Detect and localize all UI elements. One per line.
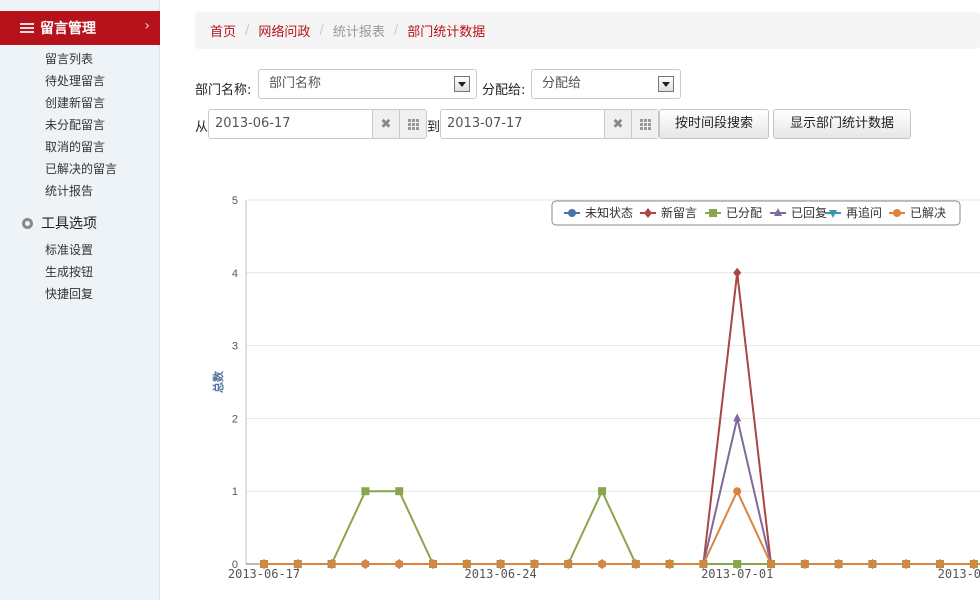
x-tick-label: 2013-07-08 xyxy=(938,567,980,581)
data-point-5-15 xyxy=(767,560,775,568)
data-point-5-7 xyxy=(496,560,505,568)
app-root: 留言管理 › 留言列表 待处理留言 创建新留言 未分配留言 取消的留言 已解决的… xyxy=(0,0,980,600)
sidebar-section-tools[interactable]: 工具选项 xyxy=(0,211,160,235)
sidebar-item-stats-report[interactable]: 统计报告 xyxy=(0,180,160,202)
to-date-picker[interactable]: 2013-07-17 ✖ xyxy=(440,109,659,139)
data-point-5-14 xyxy=(733,487,742,496)
chevron-right-icon: › xyxy=(144,18,150,34)
data-point-5-6 xyxy=(462,560,471,568)
data-point-5-16 xyxy=(800,560,809,568)
legend-item-1: 新留言 xyxy=(661,205,697,220)
data-point-2-3 xyxy=(361,487,370,496)
breadcrumb-current-dept-stats: 部门统计数据 xyxy=(407,25,486,40)
sidebar-menu-tools: 标准设置 生成按钮 快捷回复 xyxy=(0,239,160,305)
sidebar-section-title: 留言管理 xyxy=(40,21,96,37)
data-point-5-21 xyxy=(969,560,978,568)
data-point-2-14 xyxy=(733,560,742,568)
legend-marker-5 xyxy=(893,209,901,217)
stats-line-chart: 012345总数2013-06-17 2013-06-24 2013-07-01 20… xyxy=(211,195,980,581)
from-date-picker[interactable]: 2013-06-17 ✖ xyxy=(208,109,427,139)
to-date-input[interactable]: 2013-07-17 xyxy=(441,110,604,138)
data-point-5-0 xyxy=(260,560,268,568)
data-point-5-3 xyxy=(361,560,370,568)
y-tick-label: 5 xyxy=(232,195,238,207)
from-label: 从 xyxy=(195,120,209,135)
data-point-5-13 xyxy=(699,560,708,568)
legend-item-5: 已解决 xyxy=(910,206,946,220)
x-tick-label: 2013-06-24 xyxy=(464,567,536,581)
data-point-5-1 xyxy=(293,560,302,568)
dropdown-arrow-icon xyxy=(454,76,470,92)
breadcrumb-separator: / xyxy=(393,23,399,38)
data-point-3-14 xyxy=(733,413,742,422)
sidebar-item-message-list[interactable]: 留言列表 xyxy=(0,48,160,70)
breadcrumb-separator: / xyxy=(319,23,324,38)
y-tick-label: 3 xyxy=(232,341,238,353)
list-icon xyxy=(20,23,34,33)
series-line-5 xyxy=(264,490,980,565)
data-point-5-11 xyxy=(631,560,640,568)
to-label: 到 xyxy=(427,120,441,135)
breadcrumb-home[interactable]: 首页 xyxy=(210,21,236,40)
data-point-5-9 xyxy=(564,560,573,568)
dept-label: 部门名称: xyxy=(195,83,252,98)
sidebar-item-pending[interactable]: 待处理留言 xyxy=(0,70,160,92)
x-tick-label: 2013-07-01 xyxy=(701,567,773,581)
clear-icon[interactable]: ✖ xyxy=(372,110,399,138)
breadcrumb-stats-reports[interactable]: 统计报表 xyxy=(333,21,385,40)
sidebar-item-unassigned[interactable]: 未分配留言 xyxy=(0,114,160,136)
sidebar-section-title: 工具选项 xyxy=(41,216,97,232)
sidebar-section-message-management[interactable]: 留言管理 › xyxy=(0,11,160,45)
sidebar-item-create[interactable]: 创建新留言 xyxy=(0,92,160,114)
assign-label: 分配给: xyxy=(482,83,526,98)
search-by-period-button[interactable]: 按时间段搜索 xyxy=(659,109,769,139)
gear-icon xyxy=(22,217,33,229)
data-point-5-5 xyxy=(429,560,437,568)
dropdown-arrow-icon xyxy=(658,76,674,92)
dept-select-value: 部门名称 xyxy=(269,76,322,91)
sidebar-item-quick-reply[interactable]: 快捷回复 xyxy=(0,283,160,305)
breadcrumb-network-politics[interactable]: 网络问政 xyxy=(258,21,310,40)
legend-item-0: 未知状态 xyxy=(585,206,633,220)
y-axis-title: 总数 xyxy=(211,370,225,393)
show-dept-stats-button[interactable]: 显示部门统计数据 xyxy=(773,109,911,139)
y-tick-label: 4 xyxy=(232,268,238,280)
sidebar-item-cancelled[interactable]: 取消的留言 xyxy=(0,136,160,158)
breadcrumb-separator: / xyxy=(245,23,250,38)
y-tick-label: 1 xyxy=(232,486,238,498)
data-point-5-20 xyxy=(936,560,944,568)
x-tick-label: 2013-06-17 xyxy=(228,567,300,581)
data-point-5-10 xyxy=(598,560,606,568)
data-point-5-18 xyxy=(868,560,877,568)
data-point-5-8 xyxy=(530,560,539,568)
data-point-5-2 xyxy=(327,560,336,568)
sidebar: 留言管理 › 留言列表 待处理留言 创建新留言 未分配留言 取消的留言 已解决的… xyxy=(0,0,160,600)
sidebar-menu-messages: 留言列表 待处理留言 创建新留言 未分配留言 取消的留言 已解决的留言 统计报告 xyxy=(0,48,160,202)
calendar-icon[interactable] xyxy=(631,110,658,138)
legend-item-3: 已回复 xyxy=(791,206,827,220)
sidebar-item-generate-button[interactable]: 生成按钮 xyxy=(0,261,160,283)
series-line-2 xyxy=(264,490,980,565)
sidebar-item-standard-settings[interactable]: 标准设置 xyxy=(0,239,160,261)
legend-marker-0 xyxy=(568,209,576,217)
data-point-2-10 xyxy=(598,487,606,496)
sidebar-item-resolved[interactable]: 已解决的留言 xyxy=(0,158,160,180)
legend-marker-2 xyxy=(709,209,717,217)
data-point-5-19 xyxy=(902,560,911,568)
data-point-5-4 xyxy=(395,560,404,568)
data-point-5-12 xyxy=(665,560,674,568)
dept-select[interactable]: 部门名称 xyxy=(258,69,477,99)
data-point-1-14 xyxy=(733,267,742,278)
assign-select[interactable]: 分配给 xyxy=(531,69,681,99)
y-tick-label: 2 xyxy=(232,413,238,425)
legend-item-2: 已分配 xyxy=(726,206,762,220)
from-date-input[interactable]: 2013-06-17 xyxy=(209,110,372,138)
clear-icon[interactable]: ✖ xyxy=(604,110,631,138)
breadcrumb: 首页 / 网络问政 / 统计报表 / 部门统计数据 xyxy=(195,12,980,49)
assign-select-value: 分配给 xyxy=(542,76,582,91)
data-point-2-4 xyxy=(395,487,404,496)
legend-item-4: 再追问 xyxy=(846,205,882,220)
data-point-5-17 xyxy=(834,560,843,568)
calendar-icon[interactable] xyxy=(399,110,426,138)
